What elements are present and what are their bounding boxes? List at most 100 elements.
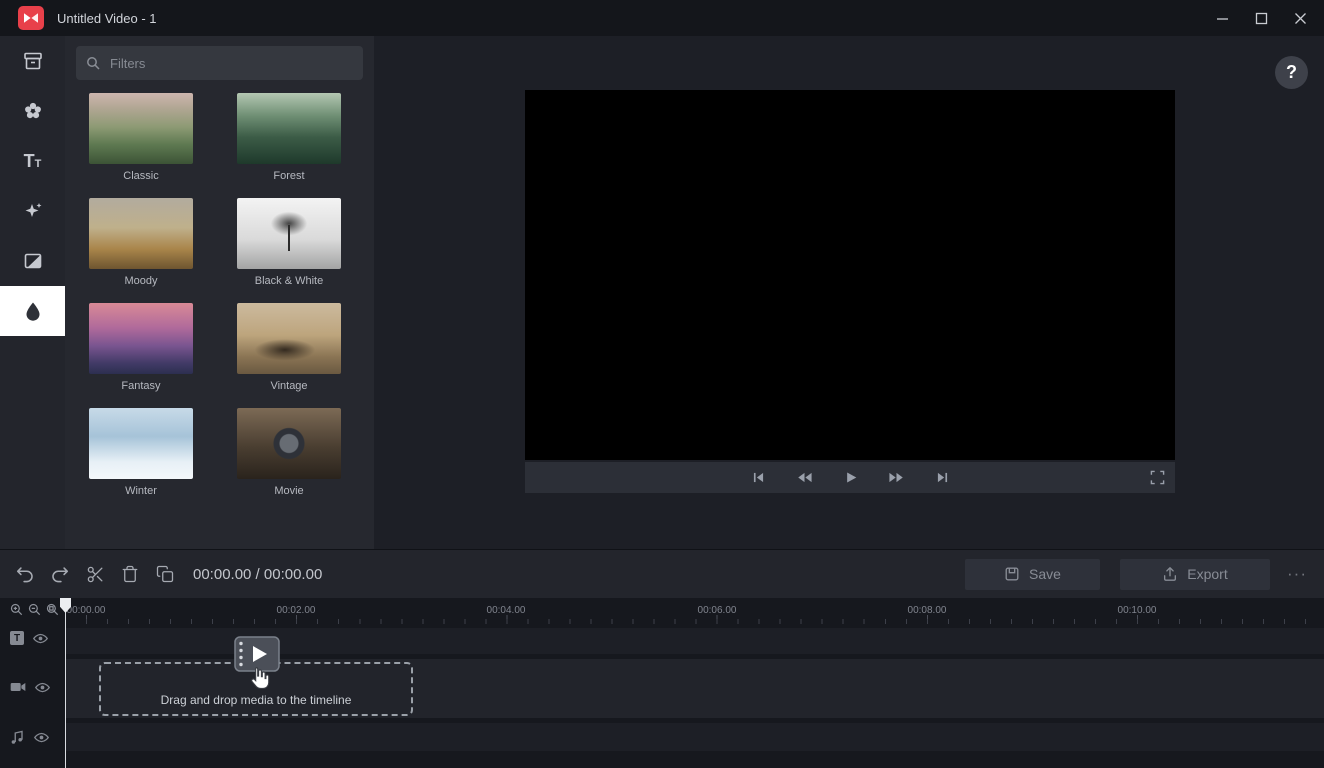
rewind-icon xyxy=(796,470,813,485)
ruler-label: 00:08.00 xyxy=(908,605,947,616)
filters-panel: Classic Forest Moody Black & White Fanta… xyxy=(65,36,374,549)
filter-grid: Classic Forest Moody Black & White Fanta… xyxy=(65,80,374,497)
save-label: Save xyxy=(1029,566,1061,582)
minimize-button[interactable] xyxy=(1213,9,1231,27)
zoom-fit-button[interactable] xyxy=(44,601,60,617)
fullscreen-button[interactable] xyxy=(1150,470,1165,485)
filter-tile-movie[interactable]: Movie xyxy=(237,408,341,497)
ruler-label: 00:10.00 xyxy=(1118,605,1157,616)
undo-icon xyxy=(15,564,35,584)
filter-thumbnail xyxy=(237,198,341,269)
filters-search-input[interactable] xyxy=(108,55,353,72)
filter-label: Movie xyxy=(237,485,341,497)
duplicate-icon xyxy=(156,565,174,583)
water-drop-icon xyxy=(22,300,44,322)
close-button[interactable] xyxy=(1291,9,1309,27)
filter-tile-winter[interactable]: Winter xyxy=(89,408,193,497)
zoom-out-button[interactable] xyxy=(26,601,42,617)
skip-to-end-button[interactable] xyxy=(935,470,950,485)
sidebar-item-effects[interactable] xyxy=(0,186,65,236)
search-box xyxy=(76,46,363,80)
sidebar-item-elements[interactable] xyxy=(0,86,65,136)
question-mark-icon: ? xyxy=(1286,62,1297,83)
video-preview-canvas xyxy=(525,90,1175,460)
sparkle-icon xyxy=(22,200,44,222)
video-camera-icon xyxy=(10,681,26,693)
filter-label: Black & White xyxy=(237,275,341,287)
filter-label: Moody xyxy=(89,275,193,287)
zoom-in-button[interactable] xyxy=(8,601,24,617)
undo-button[interactable] xyxy=(13,562,37,586)
maximize-button[interactable] xyxy=(1252,9,1270,27)
filter-tile-moody[interactable]: Moody xyxy=(89,198,193,287)
sidebar: TT xyxy=(0,36,65,549)
zoom-in-icon xyxy=(10,603,23,616)
fast-forward-button[interactable] xyxy=(888,470,905,485)
filter-tile-black-white[interactable]: Black & White xyxy=(237,198,341,287)
window-title: Untitled Video - 1 xyxy=(57,11,157,26)
eye-icon xyxy=(33,633,48,644)
duplicate-button[interactable] xyxy=(153,562,177,586)
export-icon xyxy=(1162,566,1178,582)
export-button[interactable]: Export xyxy=(1120,559,1270,590)
ruler-label: 00:04.00 xyxy=(487,605,526,616)
eye-icon xyxy=(34,732,49,743)
ellipsis-icon: ··· xyxy=(1287,564,1307,583)
fullscreen-icon xyxy=(1150,470,1165,485)
play-icon xyxy=(843,470,858,485)
playback-bar xyxy=(525,462,1175,493)
filter-thumbnail xyxy=(89,198,193,269)
media-library-icon xyxy=(22,50,44,72)
text-icon: TT xyxy=(24,152,42,170)
preview-area: ? xyxy=(374,36,1324,549)
edit-toolbar: 00:00.00 / 00:00.00 Save Export xyxy=(0,549,1324,598)
delete-button[interactable] xyxy=(118,562,142,586)
filter-thumbnail xyxy=(237,93,341,164)
save-button[interactable]: Save xyxy=(965,559,1100,590)
timeline-zoom-controls xyxy=(8,601,60,617)
filter-label: Vintage xyxy=(237,380,341,392)
filter-thumbnail xyxy=(89,93,193,164)
sidebar-item-filters[interactable] xyxy=(0,286,65,336)
split-button[interactable] xyxy=(83,562,107,586)
music-note-icon xyxy=(10,730,25,745)
trash-icon xyxy=(121,565,139,583)
filter-label: Fantasy xyxy=(89,380,193,392)
filter-tile-forest[interactable]: Forest xyxy=(237,93,341,182)
app-logo-icon xyxy=(18,6,44,30)
video-track-visibility-toggle[interactable] xyxy=(35,682,50,693)
filter-label: Forest xyxy=(237,170,341,182)
eye-icon xyxy=(35,682,50,693)
filter-tile-vintage[interactable]: Vintage xyxy=(237,303,341,392)
playhead-line xyxy=(65,598,66,768)
filter-tile-fantasy[interactable]: Fantasy xyxy=(89,303,193,392)
filter-label: Classic xyxy=(89,170,193,182)
zoom-out-icon xyxy=(28,603,41,616)
more-options-button[interactable]: ··· xyxy=(1284,564,1310,584)
audio-track-visibility-toggle[interactable] xyxy=(34,732,49,743)
text-track-icon: T xyxy=(10,631,24,645)
help-button[interactable]: ? xyxy=(1275,56,1308,89)
hand-cursor-icon xyxy=(246,665,272,691)
fast-forward-icon xyxy=(888,470,905,485)
rewind-button[interactable] xyxy=(796,470,813,485)
redo-icon xyxy=(50,564,70,584)
sidebar-item-transitions[interactable] xyxy=(0,236,65,286)
filter-thumbnail xyxy=(237,408,341,479)
toolbar-icons xyxy=(0,562,177,586)
toolbar-right: Save Export ··· xyxy=(965,559,1324,590)
save-icon xyxy=(1004,566,1020,582)
filter-thumbnail xyxy=(237,303,341,374)
skip-to-start-icon xyxy=(751,470,766,485)
filter-tile-classic[interactable]: Classic xyxy=(89,93,193,182)
skip-to-end-icon xyxy=(935,470,950,485)
filter-label: Winter xyxy=(89,485,193,497)
timeline-ruler[interactable]: 00:00.00 00:02.00 00:04.00 00:06.00 00:0… xyxy=(65,598,1324,626)
text-track-visibility-toggle[interactable] xyxy=(33,633,48,644)
timeline: 00:00.00 00:02.00 00:04.00 00:06.00 00:0… xyxy=(0,598,1324,768)
redo-button[interactable] xyxy=(48,562,72,586)
skip-to-start-button[interactable] xyxy=(751,470,766,485)
sidebar-item-media[interactable] xyxy=(0,36,65,86)
play-button[interactable] xyxy=(843,470,858,485)
sidebar-item-text[interactable]: TT xyxy=(0,136,65,186)
